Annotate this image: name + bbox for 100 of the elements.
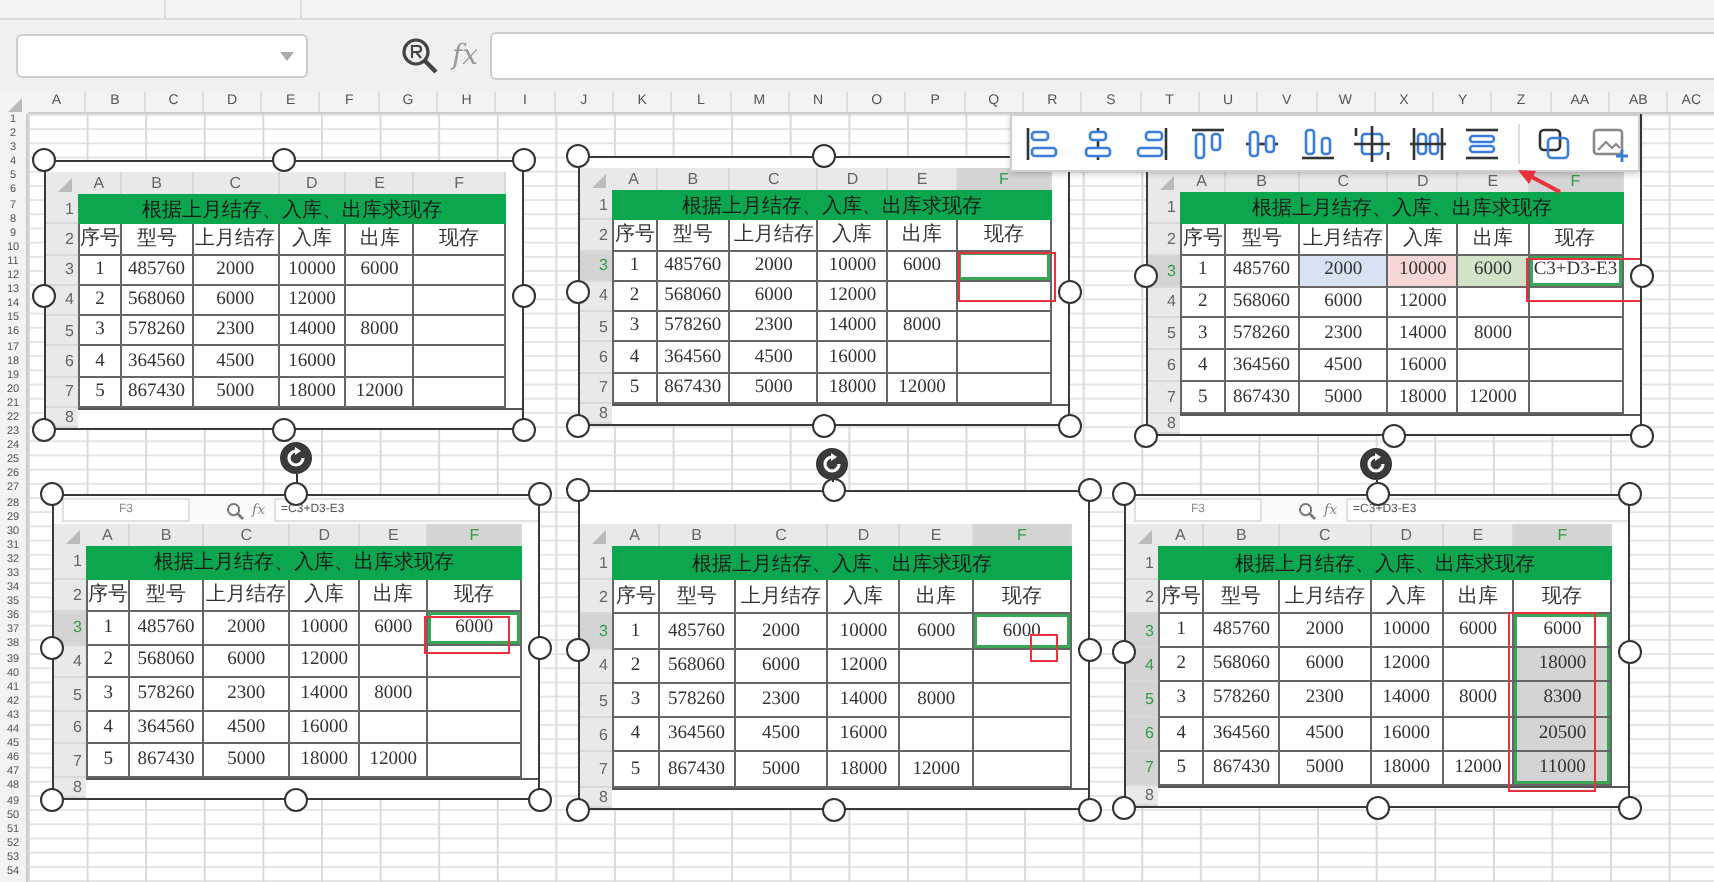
resize-handle[interactable] [272, 418, 296, 442]
zoom-icon[interactable] [400, 36, 440, 76]
resize-handle[interactable] [40, 788, 64, 812]
row-header[interactable]: 3 [65, 260, 74, 279]
row-header[interactable]: 6 [65, 352, 74, 371]
column-header[interactable]: D [1400, 526, 1412, 544]
column-header[interactable]: D [846, 170, 859, 188]
row-header[interactable]: 2 [1167, 229, 1176, 248]
row-header[interactable]: 1 [599, 195, 608, 214]
row-header[interactable]: 7 [599, 760, 608, 779]
resize-handle[interactable] [284, 788, 308, 812]
zoom-icon[interactable] [226, 501, 244, 519]
row-header[interactable]: 2 [65, 229, 74, 248]
column-header[interactable]: B [1236, 526, 1247, 544]
rotate-icon[interactable] [816, 448, 848, 480]
resize-handle[interactable] [1078, 798, 1102, 822]
resize-handle[interactable] [1078, 478, 1102, 502]
resize-handle[interactable] [566, 798, 590, 822]
column-header[interactable]: D [306, 174, 318, 192]
row-header[interactable]: 6 [599, 348, 608, 367]
row-header[interactable]: 5 [73, 685, 82, 704]
resize-handle[interactable] [528, 788, 552, 812]
resize-handle[interactable] [566, 638, 590, 662]
column-header[interactable]: D [857, 526, 870, 544]
resize-handle[interactable] [32, 148, 56, 172]
row-header[interactable]: 1 [1167, 197, 1176, 216]
resize-handle[interactable] [1630, 424, 1654, 448]
resize-handle[interactable] [1134, 424, 1158, 448]
rotate-icon[interactable] [280, 442, 312, 474]
resize-handle[interactable] [1112, 482, 1136, 506]
align-left-icon[interactable] [1022, 123, 1062, 163]
resize-handle[interactable] [32, 283, 56, 307]
add-image-icon[interactable] [1589, 123, 1629, 163]
column-header[interactable]: C [240, 526, 252, 544]
align-top-icon[interactable] [1187, 123, 1227, 163]
zoom-icon[interactable] [1298, 501, 1316, 519]
resize-handle[interactable] [1078, 638, 1102, 662]
resize-handle[interactable] [822, 798, 846, 822]
column-header[interactable]: D [1416, 172, 1429, 190]
column-header[interactable]: B [151, 174, 162, 192]
row-header[interactable]: 7 [599, 378, 608, 397]
column-header[interactable]: C [775, 526, 787, 544]
column-header[interactable]: B [1256, 172, 1267, 190]
resize-handle[interactable] [40, 482, 64, 506]
column-header[interactable]: E [916, 170, 928, 188]
row-header[interactable]: 7 [1167, 388, 1176, 407]
column-header[interactable]: E [387, 526, 399, 544]
resize-handle[interactable] [40, 635, 64, 659]
resize-handle[interactable] [1365, 482, 1389, 506]
resize-handle[interactable] [1112, 796, 1136, 820]
resize-handle[interactable] [566, 478, 590, 502]
row-header[interactable]: 4 [1167, 292, 1176, 311]
row-header[interactable]: 6 [73, 718, 82, 737]
column-header[interactable]: E [930, 526, 942, 544]
resize-handle[interactable] [566, 414, 590, 438]
column-header[interactable]: B [691, 526, 702, 544]
row-header[interactable]: 7 [73, 751, 82, 770]
center-icon[interactable] [1352, 123, 1392, 163]
row-header[interactable]: 4 [73, 651, 82, 670]
row-header[interactable]: 2 [1145, 587, 1154, 606]
resize-handle[interactable] [1112, 639, 1136, 663]
resize-handle[interactable] [284, 482, 308, 506]
column-header[interactable]: C [1337, 172, 1349, 190]
align-bottom-icon[interactable] [1297, 123, 1337, 163]
column-header[interactable]: A [628, 170, 639, 188]
resize-handle[interactable] [32, 418, 56, 442]
resize-handle[interactable] [1618, 482, 1642, 506]
row-header[interactable]: 2 [599, 587, 608, 606]
column-header[interactable]: E [374, 174, 385, 192]
resize-handle[interactable] [1382, 424, 1406, 448]
row-header[interactable]: 4 [65, 290, 74, 309]
row-header[interactable]: 6 [599, 725, 608, 744]
align-right-icon[interactable] [1132, 123, 1172, 163]
resize-handle[interactable] [512, 148, 536, 172]
group-icon[interactable] [1534, 123, 1574, 163]
formula-field[interactable] [490, 32, 1714, 80]
column-header[interactable]: F [454, 174, 465, 192]
column-header[interactable]: C [767, 170, 780, 188]
row-header[interactable]: 5 [599, 317, 608, 336]
column-header[interactable]: C [1319, 526, 1331, 544]
row-header[interactable]: 4 [599, 656, 608, 675]
rotate-icon[interactable] [1360, 448, 1392, 480]
row-header[interactable]: 5 [65, 321, 74, 340]
row-header[interactable]: 5 [1167, 324, 1176, 343]
row-header[interactable]: 4 [599, 286, 608, 305]
row-header[interactable]: 5 [599, 691, 608, 710]
resize-handle[interactable] [1134, 263, 1158, 287]
resize-handle[interactable] [528, 482, 552, 506]
resize-handle[interactable] [566, 279, 590, 303]
row-header[interactable]: 1 [65, 199, 74, 218]
column-header[interactable]: A [629, 526, 640, 544]
row-header[interactable]: 1 [599, 553, 608, 572]
column-header[interactable]: D [318, 526, 331, 544]
row-header[interactable]: 1 [1145, 553, 1154, 572]
row-header[interactable]: 2 [599, 225, 608, 244]
resize-handle[interactable] [1058, 414, 1082, 438]
distribute-vertical-icon[interactable] [1462, 123, 1502, 163]
column-header[interactable]: B [160, 526, 172, 544]
distribute-horizontal-icon[interactable] [1407, 123, 1447, 163]
column-header[interactable]: C [229, 174, 241, 192]
